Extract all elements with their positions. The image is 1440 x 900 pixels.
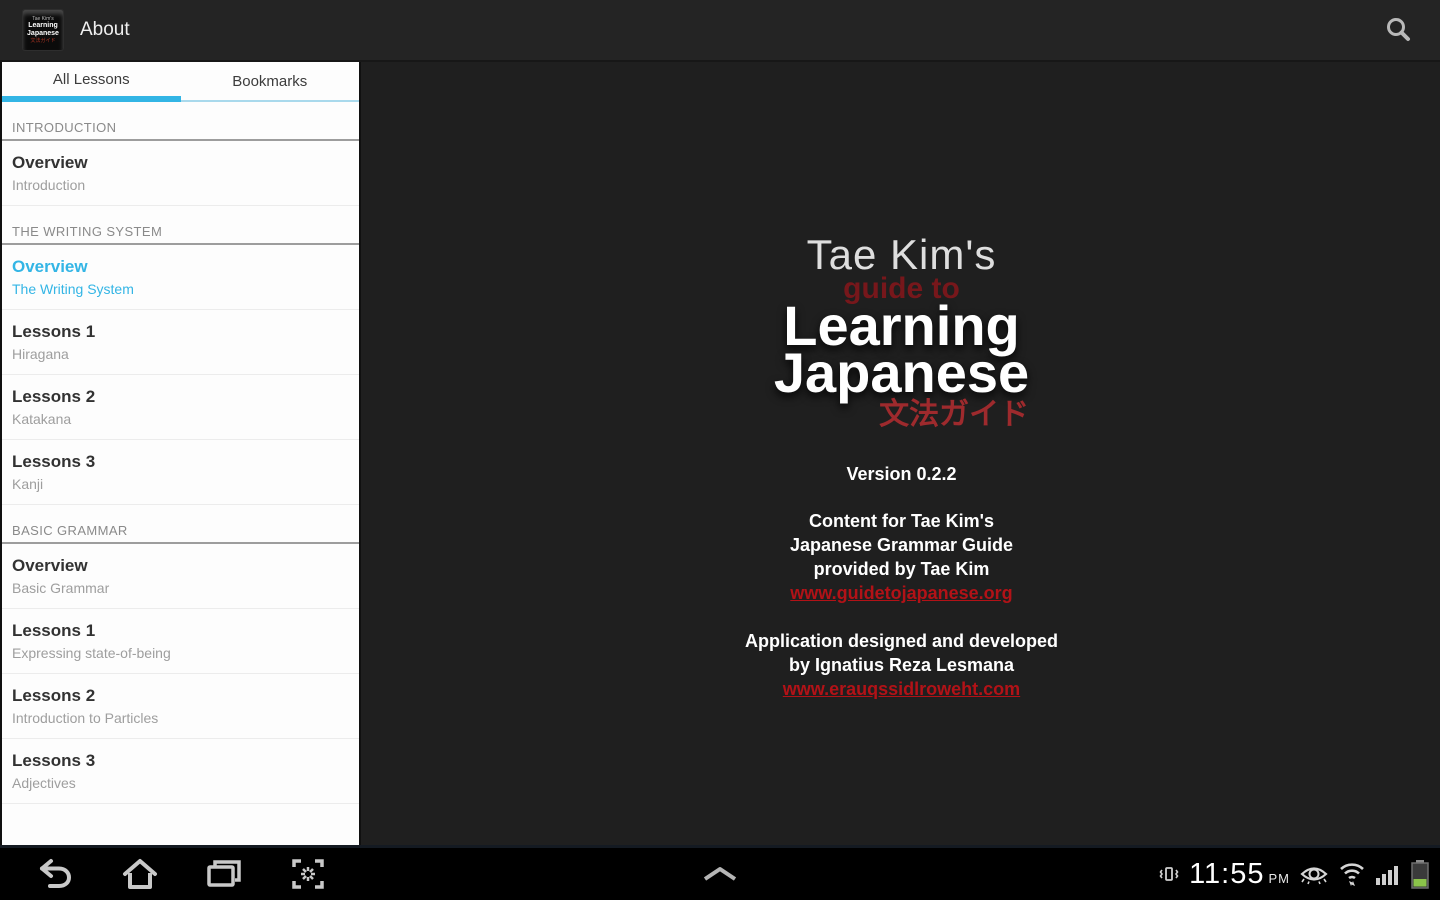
lesson-list: INTRODUCTION Overview Introduction THE W… <box>2 102 359 845</box>
section-header-writing-system: THE WRITING SYSTEM <box>2 206 359 245</box>
tab-all-lessons-label: All Lessons <box>52 70 130 88</box>
lesson-item-subtitle: Hiragana <box>12 346 69 362</box>
lesson-item-title: Lessons 2 <box>12 686 96 705</box>
lesson-item-overview-basic-grammar[interactable]: Overview Basic Grammar <box>2 544 359 609</box>
lesson-item-title: Overview <box>12 153 88 172</box>
lesson-item-title: Lessons 1 <box>12 322 96 341</box>
screenshot-button[interactable] <box>266 848 350 900</box>
lesson-item-title: Lessons 3 <box>12 751 96 770</box>
logo-japanese: Japanese <box>773 341 1030 404</box>
app-logo-icon[interactable]: Tae Kim's Learning Japanese 文法ガイド <box>22 9 64 51</box>
lessons-sidebar: All Lessons Bookmarks INTRODUCTION Overv… <box>0 62 361 845</box>
back-button[interactable] <box>14 848 98 900</box>
guidetojapanese-link[interactable]: www.guidetojapanese.org <box>790 581 1013 605</box>
lesson-item-katakana[interactable]: Lessons 2 Katakana <box>2 375 359 440</box>
clock: 11:55 PM <box>1189 858 1290 891</box>
lesson-item-subtitle: Kanji <box>12 476 44 492</box>
section-header-basic-grammar: BASIC GRAMMAR <box>2 505 359 544</box>
app-logo: Tae Kim's guide to Learning Japanese 文法ガ… <box>774 232 1029 432</box>
lesson-item-kanji[interactable]: Lessons 3 Kanji <box>2 440 359 505</box>
chevron-up-icon <box>703 867 737 881</box>
version-label: Version 0.2.2 <box>846 464 957 484</box>
lesson-item-subtitle: Introduction to Particles <box>12 710 159 726</box>
lesson-item-overview-writing-system[interactable]: Overview The Writing System <box>2 245 359 310</box>
search-icon <box>1387 18 1410 41</box>
app-icon-text-japanese: Japanese <box>27 29 59 37</box>
app-icon-text-learning: Learning <box>28 21 58 29</box>
developer-link[interactable]: www.erauqssidlroweht.com <box>745 677 1058 701</box>
lesson-item-subtitle: Basic Grammar <box>12 580 110 596</box>
sidebar-tabs: All Lessons Bookmarks <box>2 62 359 102</box>
battery-icon <box>1411 860 1429 889</box>
tab-all-lessons[interactable]: All Lessons <box>2 62 181 102</box>
home-button[interactable] <box>98 848 182 900</box>
content-credit-line1: Content for Tae Kim's <box>809 511 994 531</box>
lesson-item-subtitle: Adjectives <box>12 775 76 791</box>
section-header-introduction: INTRODUCTION <box>2 102 359 141</box>
lesson-item-subtitle: Katakana <box>12 411 72 427</box>
lesson-item-title: Overview <box>12 556 88 575</box>
lesson-item-title: Overview <box>12 257 88 276</box>
home-icon <box>123 859 157 889</box>
logo-kanji: 文法ガイド <box>879 398 1030 431</box>
lesson-item-subtitle: Expressing state-of-being <box>12 645 171 661</box>
clock-time: 11:55 <box>1189 857 1265 890</box>
wifi-icon <box>1340 863 1364 886</box>
lesson-item-subtitle: Introduction <box>12 177 86 193</box>
lesson-item-title: Lessons 2 <box>12 387 96 406</box>
page-title: About <box>80 19 130 40</box>
lesson-item-overview-introduction[interactable]: Overview Introduction <box>2 141 359 206</box>
search-button[interactable] <box>1370 2 1426 58</box>
lesson-item-state-of-being[interactable]: Lessons 1 Expressing state-of-being <box>2 609 359 674</box>
developer-credit-line2: by Ignatius Reza Lesmana <box>788 655 1015 675</box>
recent-apps-icon <box>207 860 241 887</box>
lesson-item-subtitle: The Writing System <box>12 281 134 297</box>
about-panel: Tae Kim's guide to Learning Japanese 文法ガ… <box>363 62 1440 845</box>
action-bar: Tae Kim's Learning Japanese 文法ガイド About <box>0 0 1440 62</box>
content-credit-line2: Japanese Grammar Guide <box>789 535 1014 555</box>
app-icon-text-kanji: 文法ガイド <box>30 37 56 44</box>
tab-bookmarks-label: Bookmarks <box>232 72 308 90</box>
smart-stay-eye-icon <box>1300 867 1328 885</box>
back-icon <box>40 859 72 888</box>
nav-left-buttons <box>14 848 350 900</box>
lesson-item-particles[interactable]: Lessons 2 Introduction to Particles <box>2 674 359 739</box>
screen: Tae Kim's Learning Japanese 文法ガイド About … <box>0 0 1440 900</box>
signal-strength-icon <box>1376 866 1398 885</box>
content-credit-text: Content for Tae Kim's Japanese Grammar G… <box>790 509 1013 605</box>
quick-panel-handle[interactable] <box>680 848 760 900</box>
developer-credit-text: Application designed and developed by Ig… <box>745 629 1058 701</box>
vibrate-icon <box>1159 867 1179 881</box>
recent-apps-button[interactable] <box>182 848 266 900</box>
clock-ampm: PM <box>1268 870 1290 886</box>
developer-credit-line1: Application designed and developed <box>744 631 1059 651</box>
lesson-item-adjectives[interactable]: Lessons 3 Adjectives <box>2 739 359 804</box>
lesson-item-hiragana[interactable]: Lessons 1 Hiragana <box>2 310 359 375</box>
lesson-item-title: Lessons 1 <box>12 621 96 640</box>
lesson-item-title: Lessons 3 <box>12 452 96 471</box>
android-nav-bar: 11:55 PM <box>0 845 1440 900</box>
status-cluster[interactable]: 11:55 PM <box>1158 858 1430 891</box>
screenshot-icon <box>292 859 324 889</box>
content-credit-line3: provided by Tae Kim <box>813 559 990 579</box>
tab-bookmarks[interactable]: Bookmarks <box>181 62 360 100</box>
